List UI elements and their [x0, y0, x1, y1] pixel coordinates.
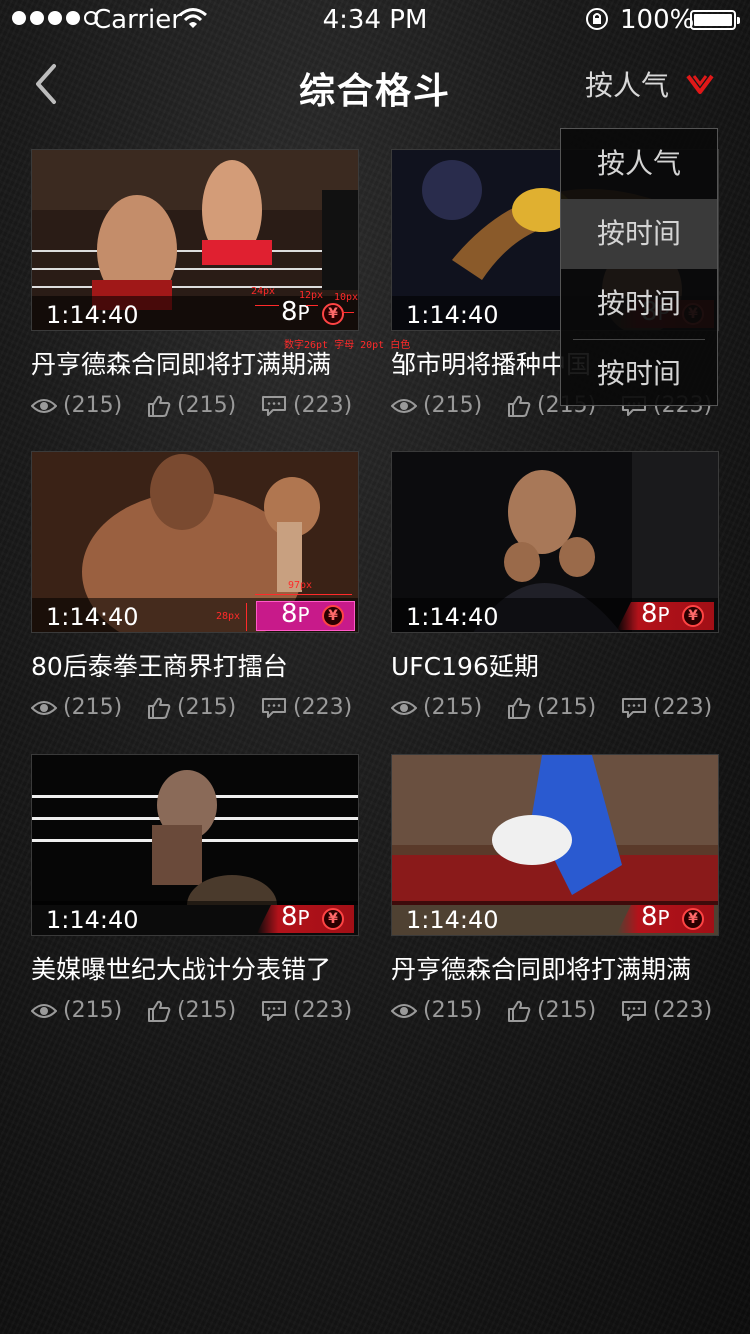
- price-value: 8P: [281, 902, 310, 932]
- sort-option[interactable]: 按时间: [561, 269, 717, 339]
- video-thumbnail[interactable]: 1:14:40 8P ¥: [31, 754, 359, 936]
- price-badge[interactable]: 8P ¥: [617, 905, 714, 933]
- annotation-line: [255, 594, 352, 595]
- video-stats: (215) (215) (223): [31, 998, 359, 1028]
- video-title[interactable]: UFC196延期: [391, 647, 726, 683]
- like-count[interactable]: (215): [147, 393, 236, 418]
- sort-option[interactable]: 按时间: [561, 199, 717, 269]
- yen-icon: ¥: [322, 605, 344, 627]
- annotation-line: [342, 312, 354, 313]
- video-title[interactable]: 丹亨德森合同即将打满期满: [391, 950, 726, 986]
- thumb-up-icon: [148, 697, 171, 719]
- eye-icon: [31, 700, 57, 715]
- thumb-up-icon: [148, 395, 171, 417]
- comment-icon: [622, 697, 646, 718]
- video-stats: (215) (215) (223): [31, 393, 359, 423]
- view-count: (215): [31, 998, 122, 1023]
- yen-icon: ¥: [682, 908, 704, 930]
- video-duration: 1:14:40: [406, 301, 499, 329]
- annotation-width-10: 10px: [334, 292, 359, 303]
- thumb-up-icon: [508, 1000, 531, 1022]
- video-title[interactable]: 80后泰拳王商界打擂台: [31, 647, 366, 683]
- view-count: (215): [31, 393, 122, 418]
- video-thumbnail[interactable]: 1:14:40 8P ¥: [391, 451, 719, 633]
- view-count: (215): [31, 695, 122, 720]
- chevron-down-icon[interactable]: [686, 74, 714, 96]
- yen-icon: ¥: [682, 605, 704, 627]
- annotation-line: [306, 305, 318, 306]
- price-value: 8P: [641, 902, 670, 932]
- eye-icon: [391, 1003, 417, 1018]
- price-value: 8P: [281, 599, 310, 629]
- like-count[interactable]: (215): [147, 695, 236, 720]
- status-bar: Carrier 4:34 PM 100%: [0, 0, 750, 40]
- video-stats: (215) (215) (223): [31, 695, 359, 725]
- video-duration: 1:14:40: [46, 906, 139, 934]
- video-stats: (215) (215) (223): [391, 998, 719, 1028]
- comment-icon: [262, 697, 286, 718]
- annotation-width-24: 24px: [251, 286, 276, 297]
- sort-option[interactable]: 按时间: [561, 339, 717, 409]
- comment-icon: [622, 1000, 646, 1021]
- like-count[interactable]: (215): [147, 998, 236, 1023]
- view-count: (215): [391, 695, 482, 720]
- sort-option[interactable]: 按人气: [561, 129, 717, 199]
- video-thumbnail[interactable]: 1:14:40 8P ¥: [391, 754, 719, 936]
- video-thumbnail[interactable]: 1:14:40 8P ¥: [31, 451, 359, 633]
- view-count: (215): [391, 998, 482, 1023]
- yen-icon: ¥: [322, 303, 344, 325]
- price-badge[interactable]: 8P ¥: [256, 599, 355, 631]
- battery-percent: 100%: [620, 5, 695, 35]
- menu-divider: [573, 339, 705, 340]
- annotation-width-97: 97px: [288, 580, 313, 591]
- eye-icon: [31, 398, 57, 413]
- battery-icon: [690, 10, 740, 30]
- comment-count[interactable]: (223): [261, 998, 352, 1023]
- price-badge[interactable]: 8P ¥: [257, 905, 354, 933]
- annotation-width-12: 12px: [299, 290, 324, 301]
- annotation-font-spec: 数字26pt 字母 20pt 白色: [284, 340, 411, 351]
- thumb-up-icon: [508, 395, 531, 417]
- thumb-up-icon: [148, 1000, 171, 1022]
- video-duration: 1:14:40: [406, 603, 499, 631]
- thumb-up-icon: [508, 697, 531, 719]
- comment-count[interactable]: (223): [261, 695, 352, 720]
- eye-icon: [31, 1003, 57, 1018]
- comment-icon: [262, 395, 286, 416]
- view-count: (215): [391, 393, 482, 418]
- annotation-line: [246, 603, 247, 631]
- video-stats: (215) (215) (223): [391, 695, 719, 725]
- annotation-line: [255, 305, 279, 306]
- comment-icon: [262, 1000, 286, 1021]
- sort-selector[interactable]: 按人气: [585, 64, 669, 104]
- video-duration: 1:14:40: [46, 301, 139, 329]
- comment-count[interactable]: (223): [621, 998, 712, 1023]
- video-duration: 1:14:40: [46, 603, 139, 631]
- like-count[interactable]: (215): [507, 998, 596, 1023]
- video-thumbnail[interactable]: 1:14:40 8P ¥: [31, 149, 359, 331]
- sort-dropdown-menu: 按人气 按时间 按时间 按时间: [560, 128, 718, 406]
- yen-icon: ¥: [322, 908, 344, 930]
- eye-icon: [391, 398, 417, 413]
- price-badge[interactable]: 8P ¥: [617, 602, 714, 630]
- video-duration: 1:14:40: [406, 906, 499, 934]
- comment-count[interactable]: (223): [621, 695, 712, 720]
- annotation-height-28: 28px: [216, 611, 241, 622]
- rotation-lock-icon: [586, 8, 608, 30]
- price-value: 8P: [641, 599, 670, 629]
- eye-icon: [391, 700, 417, 715]
- price-value: 8P: [281, 297, 310, 327]
- comment-count[interactable]: (223): [261, 393, 352, 418]
- like-count[interactable]: (215): [507, 695, 596, 720]
- video-title[interactable]: 美媒曝世纪大战计分表错了: [31, 950, 366, 986]
